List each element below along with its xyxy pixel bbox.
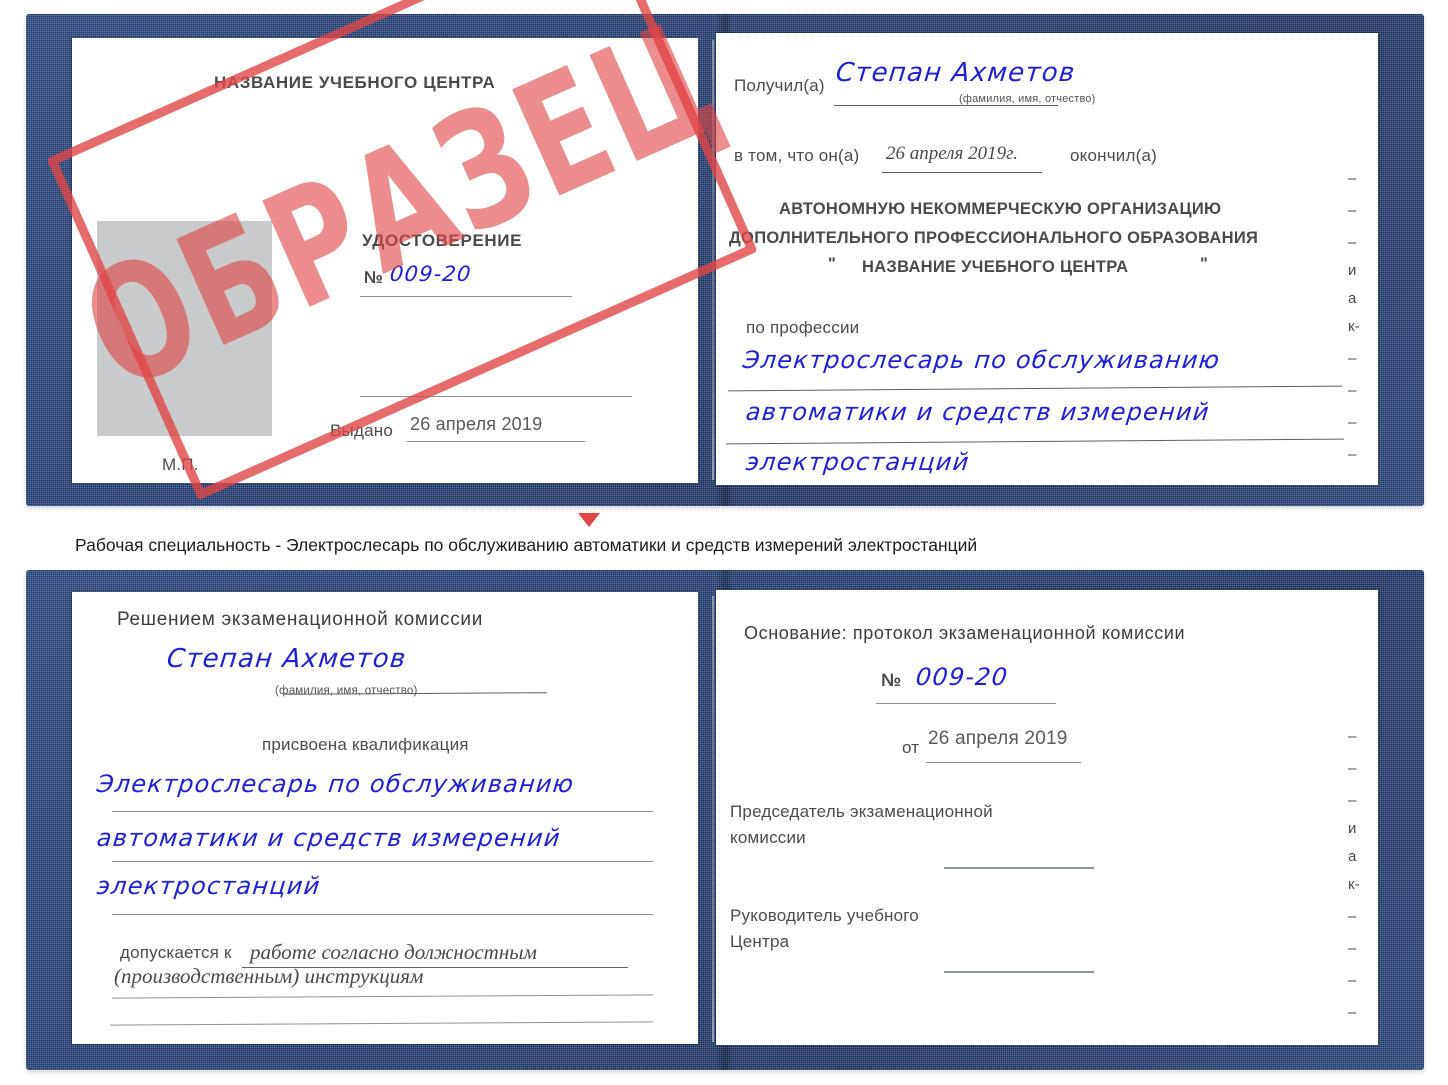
edge-fragment: и [1348, 820, 1357, 837]
bottom-left-q-rule3 [112, 914, 653, 915]
bottom-right-basis-label: Основание: протокол экзаменационной коми… [744, 623, 1186, 643]
top-right-profession-line1: Электрослесарь по обслуживанию [741, 346, 1222, 374]
top-spine-crease [712, 40, 714, 480]
bottom-left-qualification-label: присвоена квалификация [262, 735, 469, 754]
screenshot-root: НАЗВАНИЕ УЧЕБНОГО ЦЕНТРА УДОСТОВЕРЕНИЕ №… [0, 0, 1448, 1085]
top-right-completion-date: 26 апреля 2019г. [886, 143, 1018, 164]
edge-fragment: – [1348, 728, 1357, 745]
bottom-left-q-rule2 [112, 861, 653, 862]
top-right-profession-line3: электростанций [744, 448, 972, 476]
top-right-profession-rule2 [726, 438, 1344, 445]
edge-fragment: – [1348, 414, 1357, 431]
bottom-right-chairman-sign-rule [944, 867, 1094, 869]
top-right-date-rule [882, 172, 1042, 173]
edge-fragment: и [1348, 262, 1357, 279]
bottom-right-date-value: 26 апреля 2019 [928, 728, 1068, 749]
top-left-number-value: 009-20 [388, 262, 473, 286]
top-left-heading: НАЗВАНИЕ УЧЕБНОГО ЦЕНТРА [214, 73, 496, 92]
top-left-doc-type: УДОСТОВЕРЕНИЕ [362, 231, 523, 250]
bottom-right-number-value: 009-20 [914, 663, 1010, 691]
bottom-left-a-rule1 [242, 967, 628, 968]
top-left-number-rule [360, 296, 572, 297]
top-left-seal-label: М.П. [162, 455, 199, 474]
bottom-left-qualification-line3: электростанций [95, 872, 323, 900]
edge-fragment: – [1348, 1004, 1357, 1021]
top-right-profession-rule1 [728, 385, 1342, 392]
edge-fragment: – [1348, 908, 1357, 925]
edge-fragment: – [1348, 972, 1357, 989]
top-right-org-quote-close: " [1200, 255, 1209, 273]
bottom-right-date-rule [926, 762, 1081, 763]
top-right-received-name: Степан Ахметов [834, 58, 1078, 88]
bottom-left-a-rule2 [112, 994, 653, 999]
edge-fragment: к- [1348, 876, 1360, 893]
caption-text: Рабочая специальность - Электрослесарь п… [75, 535, 978, 555]
bottom-left-heading: Решением экзаменационной комиссии [117, 609, 484, 630]
bottom-right-number-rule [876, 703, 1056, 704]
bottom-left-admitted-line1: работе согласно должностным [250, 940, 537, 964]
certificate-top-left-page: НАЗВАНИЕ УЧЕБНОГО ЦЕНТРА УДОСТОВЕРЕНИЕ №… [72, 38, 698, 483]
top-left-blank-rule [360, 396, 632, 397]
edge-fragment: а [1348, 290, 1357, 307]
edge-fragment: – [1348, 940, 1357, 957]
photo-placeholder [97, 221, 272, 436]
edge-fragment: – [1348, 234, 1357, 251]
certificate-bottom-right-page: Основание: протокол экзаменационной коми… [716, 590, 1378, 1045]
top-right-inthat-label: в том, что он(а) [734, 146, 860, 165]
edge-fragment: – [1348, 760, 1357, 777]
bottom-right-head-line2: Центра [730, 932, 790, 951]
top-right-org-line2: ДОПОЛНИТЕЛЬНОГО ПРОФЕССИОНАЛЬНОГО ОБРАЗО… [729, 229, 1259, 247]
bottom-right-number-label: № [881, 670, 902, 690]
edge-fragment: – [1348, 202, 1357, 219]
top-right-name-hint: (фамилия, имя, отчество) [959, 93, 1096, 105]
edge-fragment: к- [1348, 318, 1360, 335]
bottom-right-chairman-line2: комиссии [730, 828, 806, 847]
bottom-right-head-sign-rule [944, 971, 1094, 973]
top-right-org-line3: НАЗВАНИЕ УЧЕБНОГО ЦЕНТРА [862, 258, 1129, 276]
bottom-right-chairman-line1: Председатель экзаменационной [730, 802, 993, 821]
edge-fragment: – [1348, 382, 1357, 399]
edge-fragment: – [1348, 446, 1357, 463]
edge-fragment: – [1348, 170, 1357, 187]
top-right-org-quote-open: " [828, 255, 837, 273]
bottom-left-name: Степан Ахметов [165, 644, 409, 674]
top-right-profession-line2: автоматики и средств измерений [744, 398, 1212, 426]
top-left-issued-rule [407, 441, 585, 442]
bottom-left-admitted-label: допускается к [120, 943, 232, 962]
certificate-top-right-page: Получил(а) Степан Ахметов (фамилия, имя,… [716, 33, 1378, 485]
top-right-name-rule [834, 105, 1058, 106]
red-arrow-artifact [578, 513, 600, 527]
top-right-completed-label: окончил(а) [1070, 146, 1157, 165]
bottom-left-name-hint: (фамилия, имя, отчество) [275, 685, 418, 697]
certificate-bottom-left-page: Решением экзаменационной комиссии Степан… [72, 592, 698, 1044]
top-right-org-line1: АВТОНОМНУЮ НЕКОММЕРЧЕСКУЮ ОРГАНИЗАЦИЮ [779, 200, 1222, 218]
top-right-profession-label: по профессии [746, 318, 860, 337]
edge-fragment: а [1348, 848, 1357, 865]
bottom-right-date-label: от [902, 738, 920, 757]
bottom-right-head-line1: Руководитель учебного [730, 906, 919, 925]
bottom-left-q-rule1 [112, 811, 653, 812]
bottom-left-qualification-line1: Электрослесарь по обслуживанию [95, 770, 576, 798]
top-left-number-label: № [364, 268, 384, 287]
top-right-received-label: Получил(а) [734, 76, 825, 95]
bottom-left-a-rule3 [110, 1021, 653, 1026]
bottom-spine-crease [712, 596, 714, 1042]
edge-fragment: – [1348, 792, 1357, 809]
top-left-issued-label: Выдано [330, 421, 393, 440]
bottom-left-qualification-line2: автоматики и средств измерений [95, 824, 563, 852]
top-left-issued-date: 26 апреля 2019 [410, 414, 543, 434]
edge-fragment: – [1348, 350, 1357, 367]
